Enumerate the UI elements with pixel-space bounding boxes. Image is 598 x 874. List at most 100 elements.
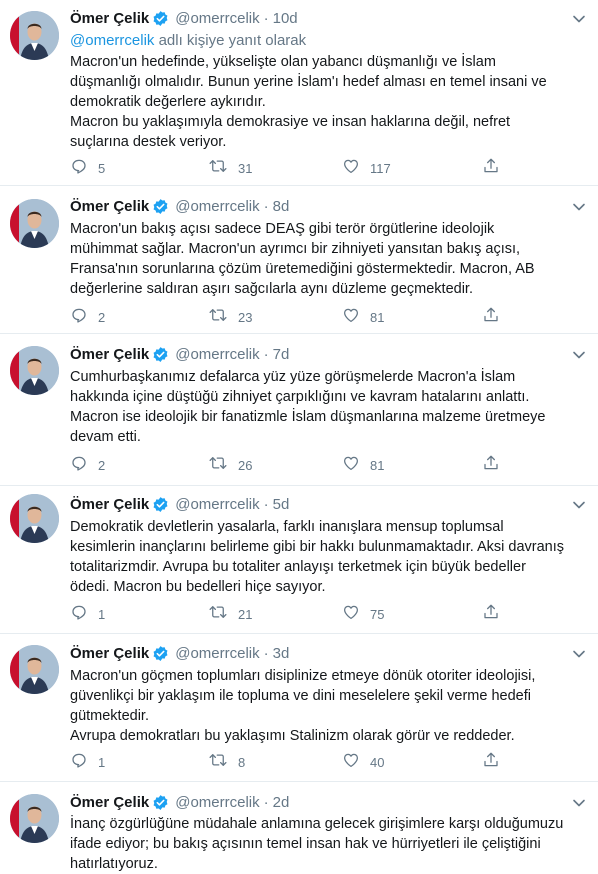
tweet[interactable]: Ömer Çelik @omerrcelik · 7d Cumhurbaşkan…: [0, 334, 598, 486]
verified-badge-icon: [152, 346, 169, 363]
tweet-text: İnanç özgürlüğüne müdahale anlamına gele…: [70, 814, 590, 874]
chevron-down-icon[interactable]: [570, 198, 588, 216]
tweet-timestamp[interactable]: 7d: [273, 346, 290, 363]
tweet-text-line: düşmanlığı olmalıdır. Bunun yerine İslam…: [70, 74, 547, 90]
like-button[interactable]: 81: [342, 455, 384, 475]
avatar[interactable]: [10, 346, 59, 395]
like-button[interactable]: 81: [342, 307, 384, 327]
avatar[interactable]: [10, 11, 59, 60]
like-count: 117: [370, 160, 391, 176]
tweet-text-line: Macron'un hedefinde, yükselişte olan yab…: [70, 54, 496, 70]
tweet-header: Ömer Çelik @omerrcelik · 10d: [70, 7, 298, 29]
verified-badge-icon: [152, 198, 169, 215]
chevron-down-icon[interactable]: [570, 645, 588, 663]
replying-to-mention-link[interactable]: @omerrcelik: [70, 32, 154, 49]
retweet-button[interactable]: 31: [208, 158, 252, 178]
reply-icon: [70, 157, 88, 180]
like-count: 81: [370, 309, 385, 325]
separator-dot: ·: [263, 345, 269, 363]
tweet-timestamp[interactable]: 10d: [273, 10, 298, 27]
username-handle[interactable]: @omerrcelik: [175, 346, 259, 363]
reply-button[interactable]: 1: [70, 752, 105, 772]
display-name[interactable]: Ömer Çelik: [70, 496, 149, 513]
retweet-button[interactable]: 23: [208, 307, 252, 327]
retweet-button[interactable]: 8: [208, 752, 245, 772]
chevron-down-icon[interactable]: [570, 346, 588, 364]
avatar[interactable]: [10, 199, 59, 248]
tweet-timestamp[interactable]: 3d: [273, 645, 290, 662]
display-name[interactable]: Ömer Çelik: [70, 198, 149, 215]
like-icon: [342, 157, 360, 180]
tweet-timestamp[interactable]: 2d: [273, 794, 290, 811]
share-icon: [482, 603, 500, 626]
tweet-text-line: hakkında içine düştüğü zihniyet çarpıklı…: [70, 389, 530, 405]
share-button[interactable]: [482, 158, 500, 178]
separator-dot: ·: [263, 197, 269, 215]
tweet[interactable]: Ömer Çelik @omerrcelik · 10d @omerrcelik…: [0, 0, 598, 186]
chevron-down-icon[interactable]: [570, 496, 588, 514]
retweet-count: 23: [238, 309, 253, 325]
tweet[interactable]: Ömer Çelik @omerrcelik · 3d Macron'un gö…: [0, 634, 598, 782]
reply-icon: [70, 603, 88, 626]
avatar[interactable]: [10, 794, 59, 843]
username-handle[interactable]: @omerrcelik: [175, 645, 259, 662]
display-name[interactable]: Ömer Çelik: [70, 10, 149, 27]
tweet-text-line: mühimmat sağlar. Macron'un ayrımcı bir z…: [70, 241, 521, 257]
tweet[interactable]: Ömer Çelik @omerrcelik · 8d Macron'un ba…: [0, 186, 598, 334]
tweet-text-line: Macron ise ideolojik bir fanatizmle İsla…: [70, 409, 546, 425]
avatar[interactable]: [10, 494, 59, 543]
retweet-count: 21: [238, 606, 253, 622]
timeline-feed: Ömer Çelik @omerrcelik · 10d @omerrcelik…: [0, 0, 598, 874]
share-button[interactable]: [482, 752, 500, 772]
retweet-icon: [208, 306, 228, 329]
tweet-text-line: devam etti.: [70, 429, 141, 445]
share-button[interactable]: [482, 604, 500, 624]
reply-button[interactable]: 1: [70, 604, 105, 624]
tweet-text-line: demokratik değerlere aykırıdır.: [70, 94, 266, 110]
like-button[interactable]: 117: [342, 158, 391, 178]
share-button[interactable]: [482, 307, 500, 327]
reply-button[interactable]: 2: [70, 455, 105, 475]
like-icon: [342, 454, 360, 477]
tweet-text-line: Macron'un göçmen toplumları disiplinize …: [70, 668, 536, 684]
reply-button[interactable]: 5: [70, 158, 105, 178]
verified-badge-icon: [152, 10, 169, 27]
username-handle[interactable]: @omerrcelik: [175, 198, 259, 215]
username-handle[interactable]: @omerrcelik: [175, 10, 259, 27]
retweet-button[interactable]: 26: [208, 455, 252, 475]
reply-button[interactable]: 2: [70, 307, 105, 327]
reply-count: 5: [98, 160, 106, 176]
verified-badge-icon: [152, 496, 169, 513]
reply-count: 2: [98, 309, 106, 325]
verified-badge-icon: [152, 794, 169, 811]
tweet-text-line: İnanç özgürlüğüne müdahale anlamına gele…: [70, 816, 564, 832]
tweet-text-line: Cumhurbaşkanımız defalarca yüz yüze görü…: [70, 369, 516, 385]
tweet-timestamp[interactable]: 5d: [273, 496, 290, 513]
display-name[interactable]: Ömer Çelik: [70, 645, 149, 662]
tweet[interactable]: Ömer Çelik @omerrcelik · 2d İnanç özgürl…: [0, 782, 598, 874]
retweet-icon: [208, 157, 228, 180]
separator-dot: ·: [263, 9, 269, 27]
tweet-actions: 1 8 40: [70, 752, 520, 772]
retweet-icon: [208, 751, 228, 774]
like-button[interactable]: 75: [342, 604, 384, 624]
tweet-text-line: Demokratik devletlerin yasalarla, farklı…: [70, 519, 504, 535]
chevron-down-icon[interactable]: [570, 794, 588, 812]
username-handle[interactable]: @omerrcelik: [175, 496, 259, 513]
retweet-button[interactable]: 21: [208, 604, 252, 624]
avatar[interactable]: [10, 645, 59, 694]
tweet[interactable]: Ömer Çelik @omerrcelik · 5d Demokratik d…: [0, 486, 598, 634]
tweet-timestamp[interactable]: 8d: [273, 198, 290, 215]
chevron-down-icon[interactable]: [570, 10, 588, 28]
share-icon: [482, 157, 500, 180]
tweet-text: Macron'un bakış açısı sadece DEAŞ gibi t…: [70, 219, 590, 299]
username-handle[interactable]: @omerrcelik: [175, 794, 259, 811]
share-button[interactable]: [482, 455, 500, 475]
tweet-text-line: ifade ediyor; bu bakış açısının temel in…: [70, 836, 541, 852]
share-icon: [482, 306, 500, 329]
display-name[interactable]: Ömer Çelik: [70, 346, 149, 363]
tweet-actions: 2 23 81: [70, 307, 520, 327]
like-button[interactable]: 40: [342, 752, 384, 772]
replying-to-label: adlı kişiye yanıt olarak: [154, 32, 307, 49]
display-name[interactable]: Ömer Çelik: [70, 794, 149, 811]
